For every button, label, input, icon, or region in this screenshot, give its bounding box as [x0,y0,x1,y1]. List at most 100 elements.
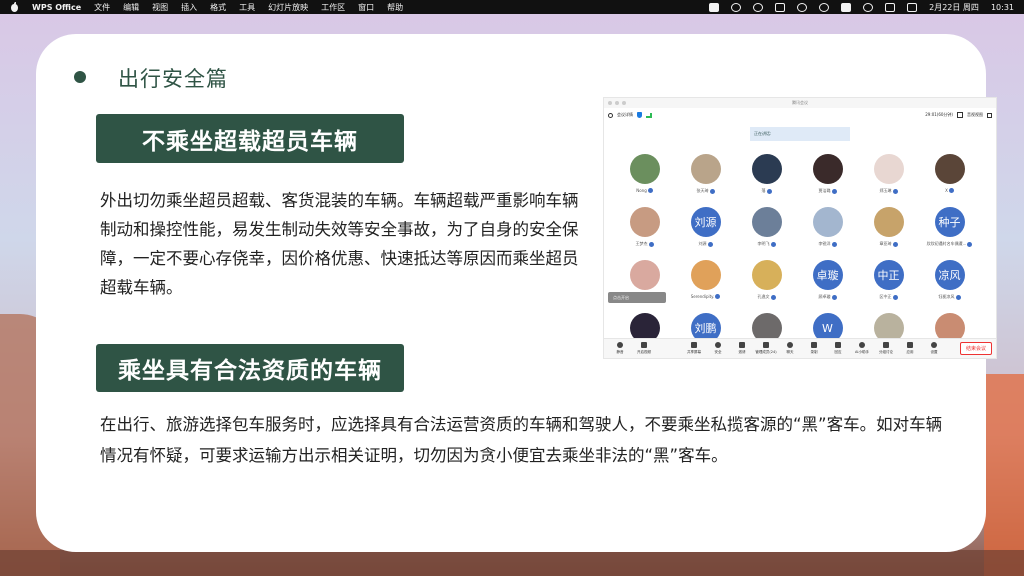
mic-badge-icon [955,294,961,300]
breakout-icon [883,342,889,348]
menu-workspace[interactable]: 工作区 [321,2,345,13]
participant-avatar [934,154,965,184]
mute-icon [617,342,623,348]
participant-tile: 凉风 钰栀凉风 [919,260,980,309]
participant-avatar [751,154,782,184]
meeting-toolbar: 静音 开启视频 共享屏幕 安全 邀请 管理成员(24) 聊天 录制 回应 AI小助手 分组讨论 应用 设… [604,338,996,358]
toolbar-label: 共享屏幕 [687,350,701,354]
toolbar-label: 管理成员(24) [755,350,777,354]
menu-view[interactable]: 视图 [152,2,168,13]
battery-icon[interactable] [907,2,918,12]
menu-tools[interactable]: 工具 [239,2,255,13]
toolbar-label: 录制 [810,350,818,354]
participant-name: 欣欣初遇纣名车偶遭... [926,241,967,246]
wifi-icon[interactable] [863,2,874,12]
app-name[interactable]: WPS Office [32,3,81,12]
participant-name-row: 落 [762,188,772,194]
menu-window[interactable]: 窗口 [358,2,374,13]
participant-avatar [812,207,843,237]
participant-name-row: 王梦杰 [636,241,654,247]
meeting-tip: 点击开启 [608,292,666,303]
participant-avatar: 凉风 [934,260,965,290]
chat-icon [787,342,793,348]
mic-badge-icon [831,241,837,247]
participant-avatar: 卓璇 [812,260,843,290]
menu-slideshow[interactable]: 幻灯片放映 [268,2,308,13]
toolbar-item: 安全 [706,342,730,355]
control-center-icon[interactable] [885,2,896,12]
end-meeting-button: 结束会议 [959,342,992,355]
bullet-dot [74,71,86,83]
toolbar-label: 开启视频 [637,350,651,354]
participant-name: 区中正 [879,294,892,299]
participant-tile: 郑玉琳 [858,154,919,203]
menu-edit[interactable]: 编辑 [123,2,139,13]
mic-badge-icon [648,241,654,247]
participant-name: Nong [636,188,647,193]
participant-name-row: 欣欣初遇纣名车偶遭... [927,241,973,247]
toolbar-item: 录制 [802,342,826,355]
participant-name-row: 贾洁璐 [819,188,837,194]
toolbar-item: 开启视频 [632,342,656,355]
menubar-time[interactable]: 10:31 [991,3,1014,12]
participant-name-row: 李锐洋 [819,241,837,247]
mic-badge-icon [892,188,898,194]
paragraph-legal: 在出行、旅游选择包车服务时，应选择具有合法运营资质的车辆和驾驶人，不要乘坐私揽客… [100,415,943,465]
wps-status-icon[interactable] [709,2,720,12]
toolbar-item: 分组讨论 [874,342,898,355]
participant-tile: 贾洁璐 [797,154,858,203]
record-icon[interactable] [797,2,808,12]
participant-name: 刘源 [698,241,707,246]
menu-format[interactable]: 格式 [210,2,226,13]
heading-box-overload: 不乘坐超载超员车辆 [96,114,404,163]
emoji-icon[interactable] [753,2,764,12]
mic-badge-icon [948,188,954,193]
invite-icon [739,342,745,348]
participant-tile: Serendipity. [675,260,736,309]
participant-name: 王梦杰 [635,241,648,246]
participant-tile: 王梦杰 [614,207,675,256]
toolbar-item: 静音 [608,342,632,355]
paragraph-overload: 外出切勿乘坐超员超载、客货混装的车辆。车辆超载严重影响车辆制动和操控性能，易发生… [100,191,579,297]
user-icon[interactable] [819,2,830,12]
participant-name: 李锐洋 [818,241,831,246]
record-icon [811,342,817,348]
toolbar-item: 邀请 [730,342,754,355]
toolbar-label: 回应 [834,350,842,354]
mic-badge-icon [715,294,721,299]
ai-assistant-icon [859,342,865,348]
shield-icon [637,112,642,118]
members-icon [763,342,769,348]
participant-name: 落 [761,188,766,193]
menubar-date[interactable]: 2月22日 周四 [929,2,979,13]
participant-avatar: 种子 [934,207,965,237]
participant-name-row: Nong [636,188,653,193]
wechat-icon[interactable] [731,2,742,12]
signal-icon [646,112,652,118]
info-icon [608,112,613,118]
microphone-icon[interactable] [775,2,786,12]
participant-name: X [945,188,948,193]
meeting-screenshot: 腾讯会议 会议详情 29:01(60分钟) 音视视图 正在讲话: Nong 张天琦… [603,97,997,359]
heading-box-legal: 乘坐具有合法资质的车辆 [96,344,404,392]
toolbar-item: 共享屏幕 [682,342,706,355]
menu-help[interactable]: 帮助 [387,2,403,13]
app-status-icon[interactable] [841,2,852,12]
toolbar-item: 管理成员(24) [754,342,778,355]
participant-name-row: 李明飞 [758,241,776,247]
menu-file[interactable]: 文件 [94,2,110,13]
mic-badge-icon [831,294,837,300]
participant-name-row: 钰栀凉风 [939,294,961,300]
apple-icon[interactable] [10,2,19,12]
participant-tile: 李锐洋 [797,207,858,256]
toolbar-item: 设置 [922,342,946,355]
background-decoration [984,374,1024,576]
meeting-infobar: 会议详情 29:01(60分钟) 音视视图 [604,108,996,122]
toolbar-label: 设置 [930,350,938,354]
toolbar-item: 应用 [898,342,922,355]
menu-insert[interactable]: 插入 [181,2,197,13]
participant-tile: 落 [736,154,797,203]
participant-name-row: 张天琦 [697,188,715,194]
participant-name: 李明飞 [757,241,770,246]
participant-name-row: 章亚琦 [880,241,898,247]
